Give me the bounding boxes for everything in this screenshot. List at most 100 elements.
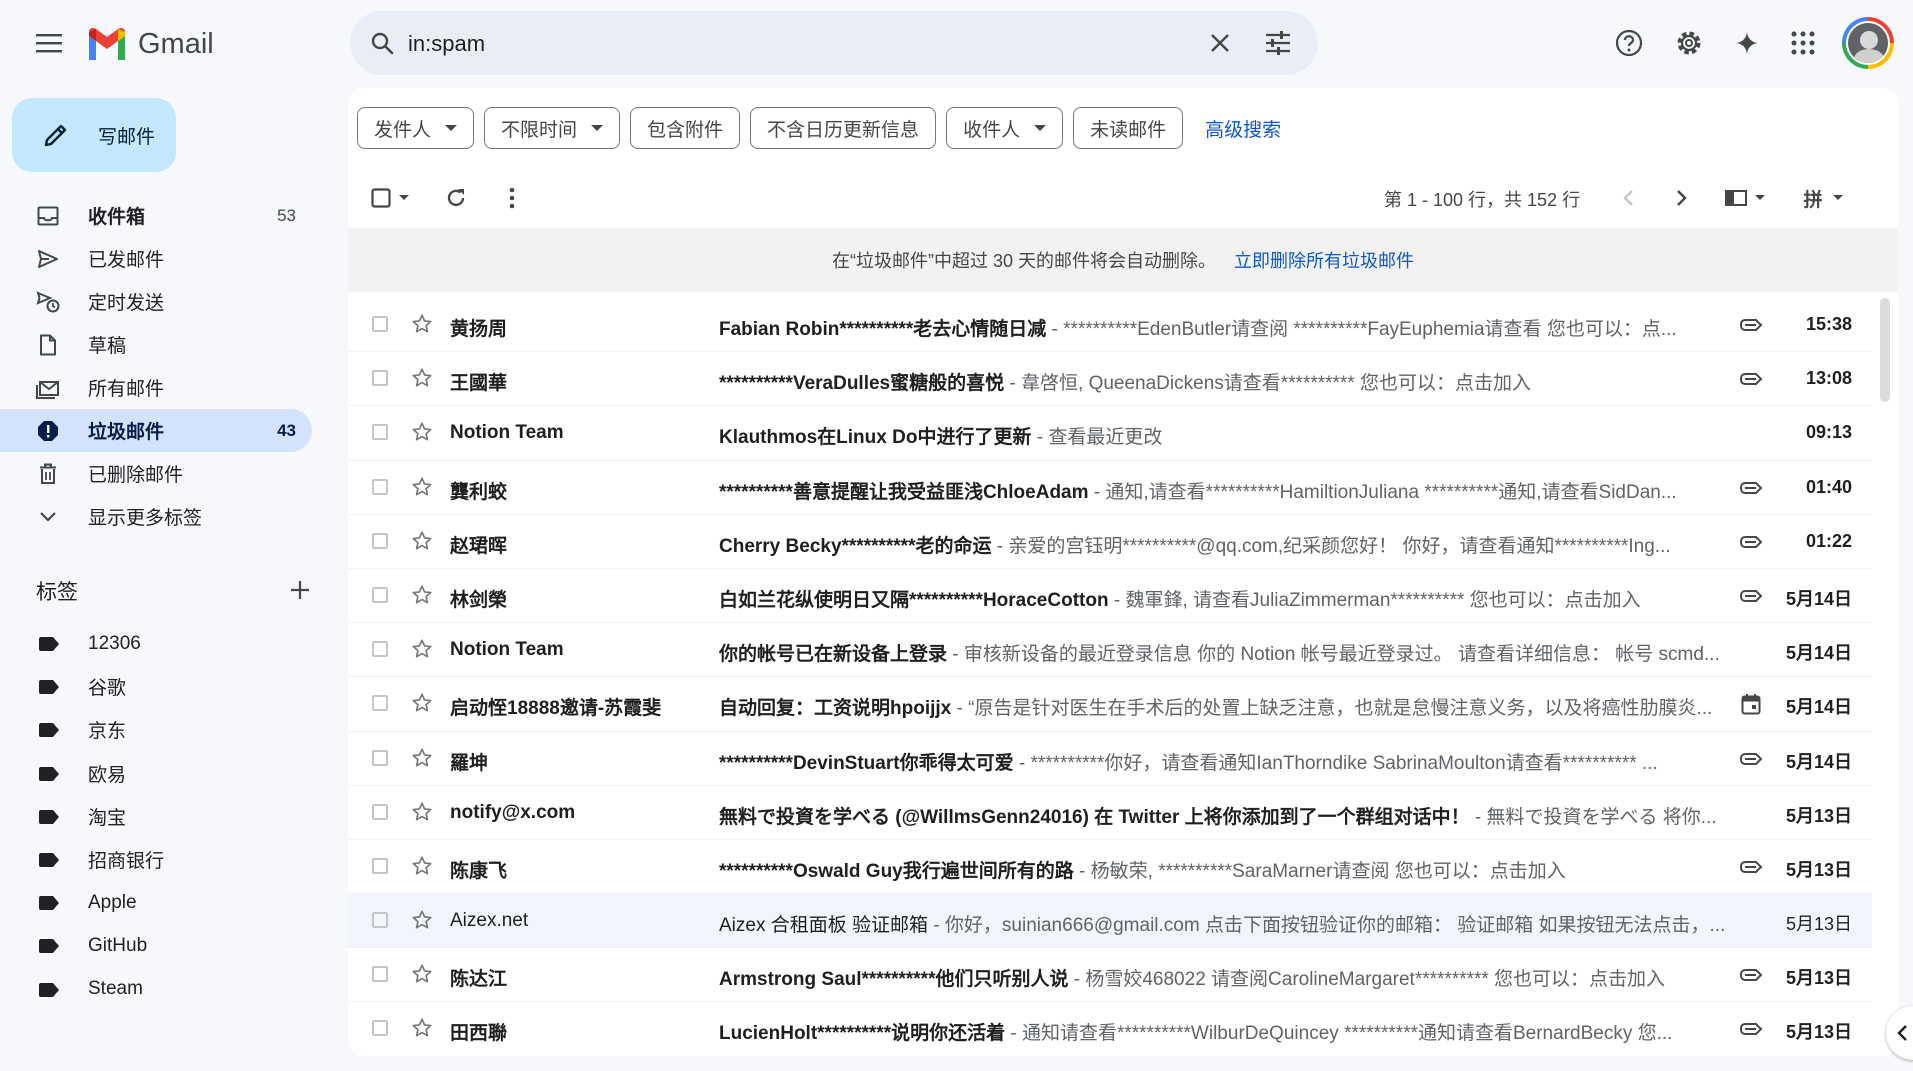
email-row[interactable]: 林剑榮 白如兰花纵使明日又隔**********HoraceCotton - 魏軍… [348,568,1872,624]
compose-button[interactable]: 写邮件 [12,98,176,172]
label-item[interactable]: Steam [0,968,326,1011]
label-item[interactable]: 淘宝 [0,795,326,838]
row-checkbox[interactable] [372,641,388,658]
gemini-button[interactable] [1726,22,1768,64]
sidebar-item-send[interactable]: 已发邮件 [0,237,312,280]
account-avatar[interactable] [1842,17,1894,69]
star-button[interactable] [410,475,434,499]
search-button[interactable] [364,25,400,61]
star-button[interactable] [410,962,434,986]
star-button[interactable] [410,583,434,607]
label-item[interactable]: 招商银行 [0,838,326,881]
main-menu-button[interactable] [28,22,70,64]
label-icon[interactable] [1738,963,1764,987]
email-row[interactable]: 启动恎18888邀请-苏霞斐 自动回复：工资说明hpoijjx - “原告是针对医… [348,677,1872,732]
row-checkbox[interactable] [372,316,388,332]
filter-chip[interactable]: 不含日历更新信息 [750,107,937,149]
star-button[interactable] [410,366,434,390]
sidebar-item-chevron-down[interactable]: 显示更多标签 [0,495,312,538]
email-row[interactable]: 龔利蛟 **********善意提醒让我受益匪浅ChloeAdam - 通知,请查… [348,460,1872,515]
label-item[interactable]: Apple [0,881,326,924]
refresh-button[interactable] [438,180,474,216]
row-checkbox[interactable] [372,478,388,495]
label-item[interactable]: GitHub [0,924,326,967]
sidebar-item-inbox[interactable]: 收件箱 53 [0,194,312,237]
row-checkbox[interactable] [372,749,388,766]
row-checkbox[interactable] [372,803,388,820]
star-button[interactable] [410,800,434,824]
row-checkbox[interactable] [372,586,388,603]
label-icon[interactable] [1738,367,1764,391]
email-row[interactable]: 陈达江 Armstrong Saul**********他们只听别人说 - 杨雪姣… [348,948,1872,1003]
row-checkbox[interactable] [372,695,388,712]
delete-all-spam-link[interactable]: 立即删除所有垃圾邮件 [1234,247,1414,273]
star-button[interactable] [410,1016,434,1040]
label-icon[interactable] [1738,584,1764,608]
sidebar-item-all-mail[interactable]: 所有邮件 [0,366,312,409]
more-options-button[interactable] [494,180,530,216]
star-button[interactable] [410,420,434,444]
row-checkbox[interactable] [372,424,388,441]
row-checkbox[interactable] [372,857,388,874]
label-item[interactable]: 12306 [0,622,326,665]
label-icon[interactable] [1738,855,1764,879]
calendar-icon[interactable] [1738,692,1764,716]
star-button[interactable] [410,312,434,336]
scrollbar[interactable] [1880,298,1890,402]
label-item[interactable]: 谷歌 [0,665,326,708]
label-icon[interactable] [1738,530,1764,554]
email-row[interactable]: 羅坤 **********DevinStuart你乖得太可爱 - ********… [348,731,1872,786]
search-options-button[interactable] [1258,23,1298,63]
row-checkbox[interactable] [372,912,388,929]
star-button[interactable] [410,746,434,770]
gmail-logo[interactable]: Gmail [86,22,214,66]
filter-chip[interactable]: 包含附件 [630,107,741,149]
star-button[interactable] [410,637,434,661]
older-page-button[interactable] [1664,180,1700,216]
email-row[interactable]: Aizex.net Aizex 合租面板 验证邮箱 - 你好，suinian666… [348,894,1872,949]
email-row[interactable]: 赵珺晖 Cherry Becky**********老的命运 - 亲爱的宫钰明**… [348,514,1872,569]
split-pane-toggle[interactable] [1718,180,1774,216]
support-button[interactable] [1608,22,1650,64]
sidebar-item-scheduled-send[interactable]: 定时发送 [0,280,312,323]
email-row[interactable]: Notion Team 你的帐号已在新设备上登录 - 审核新设备的最近登录信息 你… [348,623,1872,678]
row-checkbox[interactable] [372,532,388,549]
email-row[interactable]: 王國華 **********VeraDulles蜜糖般的喜悦 - 韋啓恒, Que… [348,352,1872,407]
advanced-search-link[interactable]: 高级搜索 [1193,107,1293,149]
select-all-checkbox[interactable] [366,180,416,216]
search-input[interactable] [406,25,1190,63]
label-icon[interactable] [1738,313,1764,337]
clear-search-button[interactable] [1200,23,1240,63]
filter-chip[interactable]: 发件人 [357,107,475,149]
row-checkbox[interactable] [372,966,388,983]
star-button[interactable] [410,691,434,715]
google-apps-button[interactable] [1782,22,1824,64]
row-checkbox[interactable] [372,370,388,387]
email-row[interactable]: 黄扬周 Fabian Robin**********老去心情随日减 - *****… [348,298,1872,353]
email-row[interactable]: Notion Team Klauthmos在Linux Do中进行了更新 - 查看… [348,406,1872,461]
sidebar-item-spam[interactable]: 垃圾邮件 43 [0,409,312,452]
label-icon[interactable] [1738,747,1764,771]
newer-page-button[interactable] [1610,180,1646,216]
filter-chip[interactable]: 收件人 [946,107,1064,149]
star-button[interactable] [410,908,434,932]
sidebar-item-trash[interactable]: 已删除邮件 [0,452,312,495]
row-checkbox[interactable] [372,1020,388,1037]
sidebar-item-draft[interactable]: 草稿 [0,323,312,366]
star-button[interactable] [410,854,434,878]
create-label-button[interactable] [284,574,316,606]
settings-button[interactable] [1668,22,1710,64]
input-tools-button[interactable]: 拼 [1796,180,1852,216]
email-row[interactable]: 田西聯 LucienHolt**********说明你还活着 - 通知请查看***… [348,1002,1872,1056]
label-icon[interactable] [1738,476,1764,500]
filter-chip[interactable]: 不限时间 [484,107,621,149]
email-snippet: - 韋啓恒, QueenaDickens请查看********** 您也可以：点… [1004,373,1531,395]
email-snippet: - 通知请查看**********WilburDeQuincey *******… [1005,1023,1673,1045]
email-row[interactable]: notify@x.com 無料で投資を学べる (@WillmsGenn24016)… [348,785,1872,840]
email-row[interactable]: 陈康飞 **********Oswald Guy我行遍世间所有的路 - 杨敏荣, … [348,839,1872,895]
filter-chip[interactable]: 未读邮件 [1073,107,1184,149]
label-item[interactable]: 欧易 [0,752,326,795]
label-icon[interactable] [1738,1017,1764,1041]
label-item[interactable]: 京东 [0,708,326,751]
star-button[interactable] [410,529,434,553]
